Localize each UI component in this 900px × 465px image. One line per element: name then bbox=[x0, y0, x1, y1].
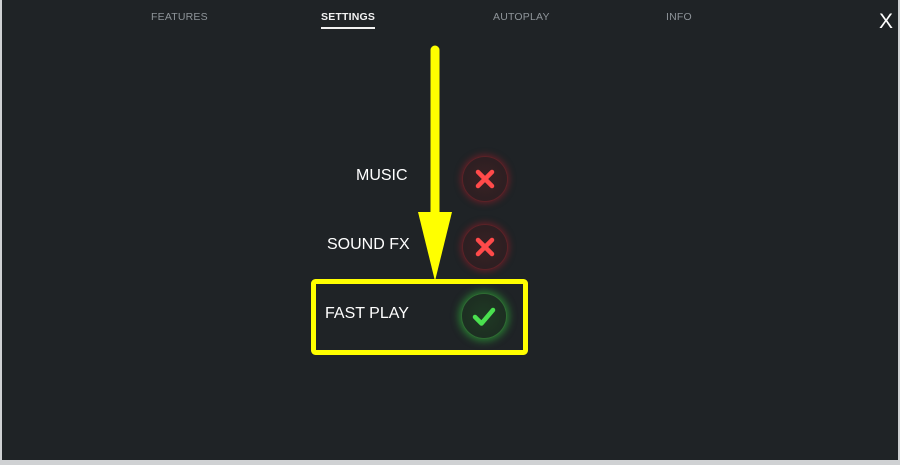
settings-panel: FEATURES SETTINGS AUTOPLAY INFO X MUSIC … bbox=[2, 0, 898, 460]
music-label: MUSIC bbox=[356, 167, 408, 184]
close-button[interactable]: X bbox=[875, 9, 897, 35]
sound-fx-toggle[interactable] bbox=[463, 225, 507, 269]
annotation-overlay bbox=[311, 45, 528, 355]
x-icon bbox=[475, 237, 495, 257]
tab-autoplay[interactable]: AUTOPLAY bbox=[493, 11, 550, 23]
tab-settings-label: SETTINGS bbox=[321, 11, 376, 23]
tab-settings[interactable]: SETTINGS bbox=[321, 11, 376, 29]
sound-fx-label: SOUND FX bbox=[327, 236, 410, 253]
checkmark-icon bbox=[472, 307, 496, 326]
x-icon bbox=[475, 169, 495, 189]
fast-play-toggle[interactable] bbox=[462, 294, 506, 338]
active-tab-underline bbox=[321, 27, 376, 29]
tab-features[interactable]: FEATURES bbox=[151, 11, 208, 23]
tab-bar: FEATURES SETTINGS AUTOPLAY INFO bbox=[2, 0, 898, 40]
music-toggle[interactable] bbox=[463, 157, 507, 201]
tab-info[interactable]: INFO bbox=[666, 11, 692, 23]
down-arrow-icon bbox=[418, 45, 452, 281]
fast-play-label: FAST PLAY bbox=[325, 305, 409, 322]
